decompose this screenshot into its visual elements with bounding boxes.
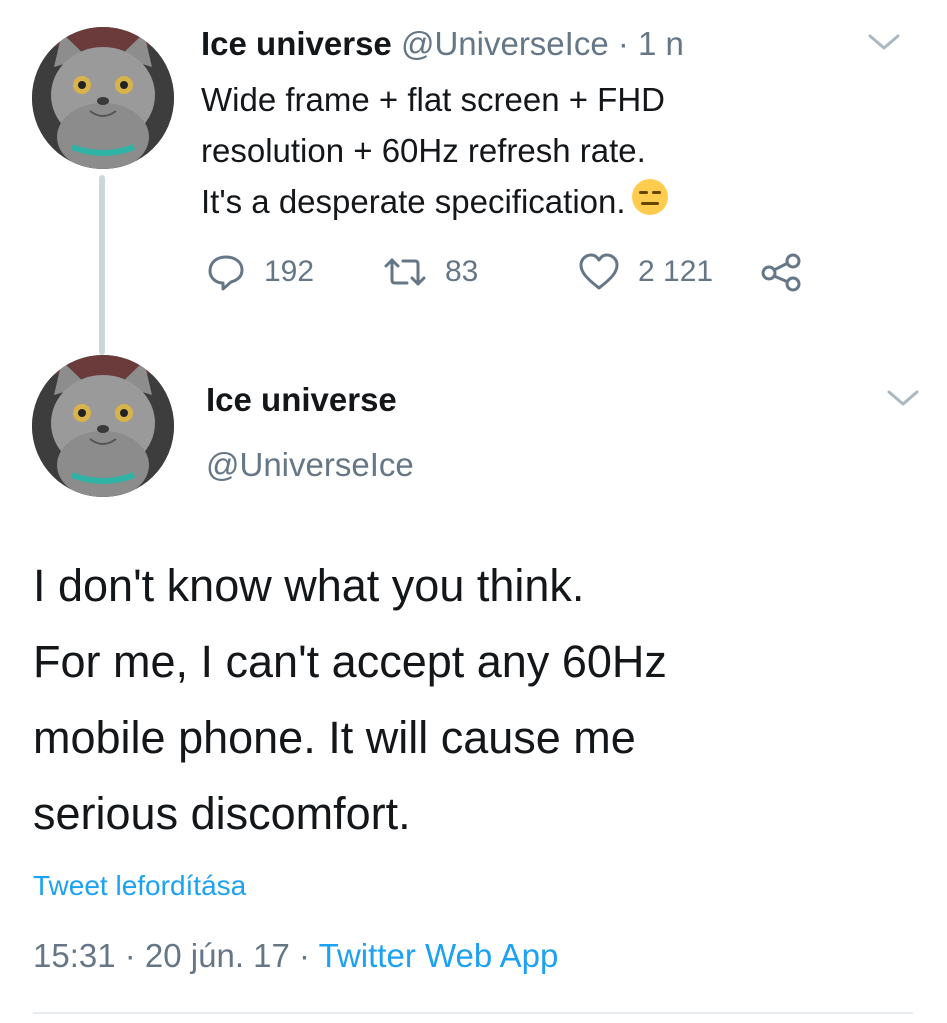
tweet-actions: 192 83 2 121: [0, 250, 947, 294]
tweet-time[interactable]: 15:31: [33, 937, 116, 974]
cat-avatar-image: [32, 27, 174, 169]
translate-tweet-link[interactable]: Tweet lefordítása: [33, 866, 246, 906]
separator: ·: [289, 937, 319, 974]
reply-button[interactable]: 192: [206, 250, 314, 294]
author-handle[interactable]: @UniverseIce: [401, 25, 609, 62]
divider: [33, 1012, 913, 1014]
like-button[interactable]: 2 121: [578, 250, 713, 294]
tweet-text-line: resolution + 60Hz refresh rate.: [201, 132, 646, 169]
tweet-time[interactable]: 1 n: [638, 25, 684, 62]
tweet-metadata: 15:31 · 20 jún. 17 · Twitter Web App: [33, 932, 558, 980]
retweet-icon: [384, 258, 426, 286]
tweet-text-line: For me, I can't accept any 60Hz: [33, 636, 667, 687]
expressionless-face-emoji-icon: [631, 179, 668, 215]
avatar[interactable]: [32, 355, 174, 497]
reply-icon: [208, 255, 244, 291]
heart-icon: [579, 253, 619, 290]
author-name[interactable]: Ice universe: [201, 25, 392, 62]
author-name[interactable]: Ice universe: [206, 378, 397, 422]
author-handle[interactable]: @UniverseIce: [206, 443, 414, 487]
tweet-text: Wide frame + flat screen + FHD resolutio…: [201, 74, 821, 227]
tweet-source-link[interactable]: Twitter Web App: [319, 937, 559, 974]
tweet-text-line: Wide frame + flat screen + FHD: [201, 81, 665, 118]
tweet-header: Ice universe @UniverseIce · 1 n: [201, 22, 684, 66]
retweet-button[interactable]: 83: [383, 250, 478, 294]
tweet-text-line: It's a desperate specification.: [201, 183, 626, 220]
share-icon: [761, 253, 801, 292]
separator: ·: [608, 25, 639, 62]
tweet-text-line: mobile phone. It will cause me: [33, 712, 636, 763]
like-count: 2 121: [638, 255, 714, 288]
tweet-text-line: I don't know what you think.: [33, 560, 585, 611]
separator: ·: [115, 937, 145, 974]
retweet-count: 83: [445, 255, 479, 288]
reply-count: 192: [264, 255, 315, 288]
cat-avatar-image: [32, 355, 174, 497]
chevron-down-icon[interactable]: [883, 386, 923, 410]
share-button[interactable]: [760, 250, 804, 294]
chevron-down-icon[interactable]: [864, 30, 904, 54]
tweet-text: I don't know what you think. For me, I c…: [33, 548, 913, 852]
tweet-date[interactable]: 20 jún. 17: [145, 937, 290, 974]
tweet-text-line: serious discomfort.: [33, 788, 411, 839]
avatar[interactable]: [32, 27, 174, 169]
